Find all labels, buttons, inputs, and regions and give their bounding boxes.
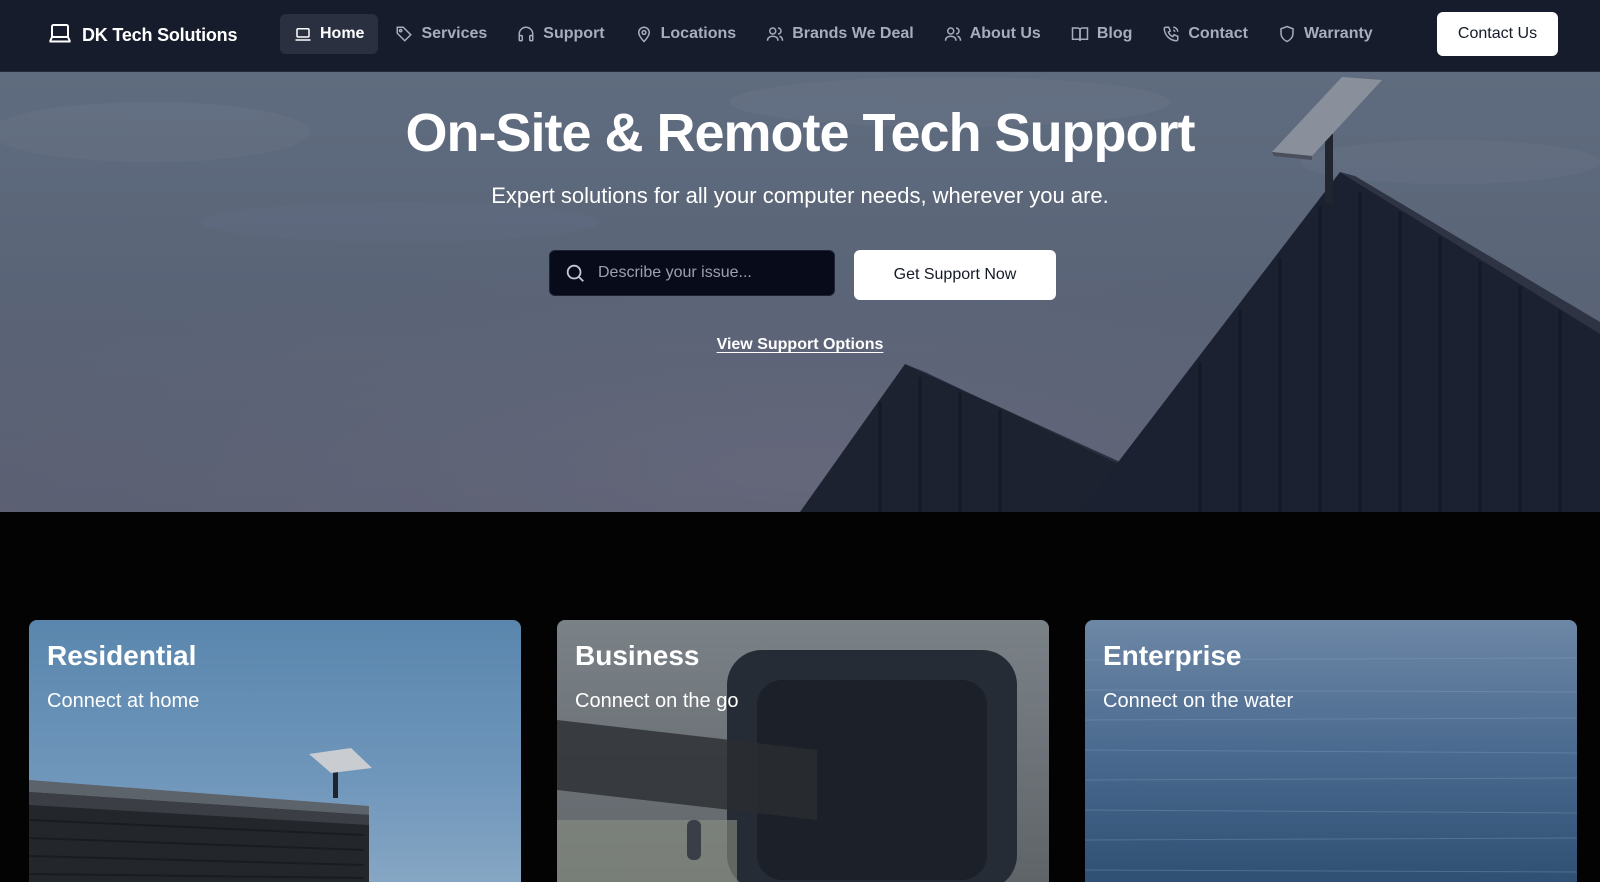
card-business[interactable]: Business Connect on the go: [557, 620, 1049, 882]
shield-icon: [1280, 25, 1294, 43]
main-nav: Home Services Support Locations Brands W…: [280, 14, 1386, 54]
nav-brands[interactable]: Brands We Deal: [753, 14, 927, 54]
card-residential[interactable]: Residential Connect at home: [29, 620, 521, 882]
nav-blog-label: Blog: [1096, 25, 1133, 42]
hero-title: On-Site & Remote Tech Support: [405, 103, 1195, 163]
nav-warranty-label: Warranty: [1303, 25, 1373, 42]
users-icon: [944, 27, 961, 41]
contact-us-button[interactable]: Contact Us: [1437, 12, 1558, 56]
nav-support-label: Support: [543, 25, 605, 42]
get-support-button[interactable]: Get Support Now: [854, 250, 1056, 300]
nav-about-label: About Us: [969, 25, 1041, 42]
nav-warranty[interactable]: Warranty: [1265, 14, 1386, 54]
brand-logo[interactable]: DK Tech Solutions: [48, 0, 237, 70]
phone-icon: [1163, 26, 1179, 42]
search-icon: [566, 264, 584, 282]
top-navbar: DK Tech Solutions Home Services Support …: [0, 0, 1600, 72]
card-residential-title: Residential: [47, 640, 197, 671]
nav-brands-label: Brands We Deal: [792, 25, 914, 42]
nav-services[interactable]: Services: [382, 14, 500, 54]
nav-home[interactable]: Home: [280, 14, 379, 54]
book-icon: [1071, 27, 1089, 41]
brand-name: DK Tech Solutions: [82, 24, 238, 45]
nav-contact-label: Contact: [1188, 25, 1248, 42]
laptop-icon: [48, 22, 72, 49]
nav-support[interactable]: Support: [504, 14, 617, 54]
view-support-options-label: View Support Options: [716, 336, 884, 353]
card-business-subtitle: Connect on the go: [575, 690, 739, 712]
card-business-title: Business: [575, 640, 700, 671]
nav-locations[interactable]: Locations: [622, 14, 750, 54]
map-pin-icon: [637, 26, 650, 43]
card-enterprise-subtitle: Connect on the water: [1103, 690, 1294, 712]
nav-services-label: Services: [421, 25, 488, 42]
hero-section: On-Site & Remote Tech Support Expert sol…: [0, 72, 1600, 512]
nav-home-label: Home: [320, 25, 365, 42]
issue-search-box[interactable]: [549, 250, 835, 296]
issue-search-input[interactable]: [598, 264, 818, 282]
users-icon: [766, 27, 784, 41]
laptop-icon: [295, 28, 311, 41]
nav-contact[interactable]: Contact: [1149, 14, 1261, 54]
nav-about[interactable]: About Us: [931, 14, 1054, 54]
tag-icon: [396, 26, 413, 42]
card-enterprise[interactable]: Enterprise Connect on the water: [1085, 620, 1577, 882]
nav-locations-label: Locations: [660, 25, 737, 42]
view-support-options-link[interactable]: View Support Options: [0, 336, 1600, 354]
card-enterprise-title: Enterprise: [1103, 640, 1242, 671]
hero-subtitle: Expert solutions for all your computer n…: [491, 183, 1109, 208]
nav-blog[interactable]: Blog: [1058, 14, 1146, 54]
card-residential-subtitle: Connect at home: [47, 690, 200, 712]
headphones-icon: [518, 26, 534, 42]
